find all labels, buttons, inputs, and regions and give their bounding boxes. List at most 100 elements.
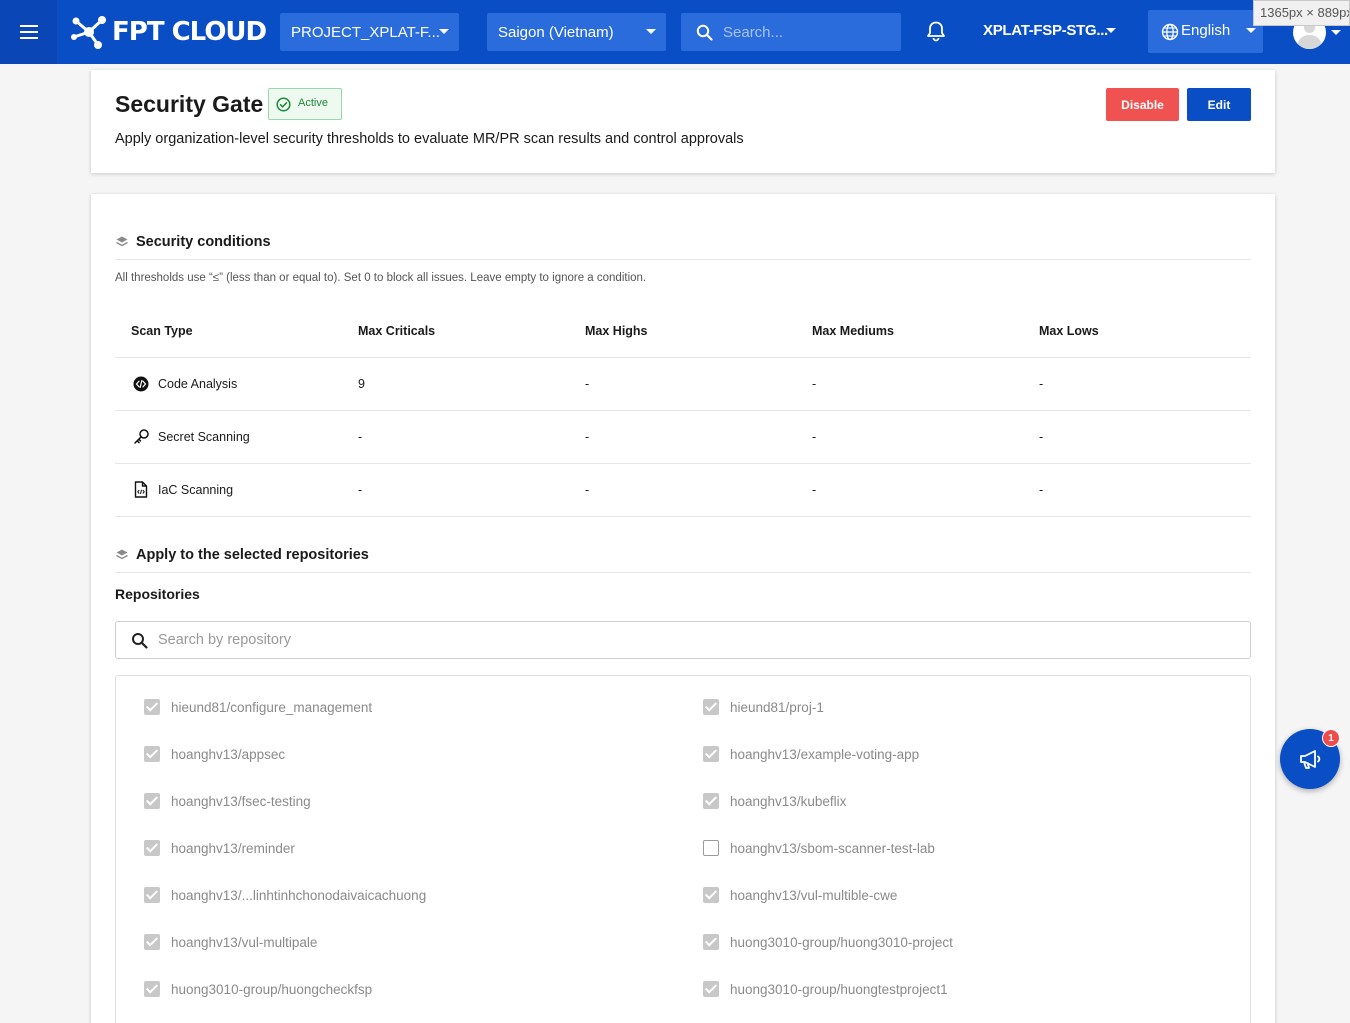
- repository-name: hoanghv13/fsec-testing: [171, 793, 311, 809]
- divider: [115, 259, 1251, 260]
- table-cell-max-criticals: -: [358, 430, 363, 444]
- repository-checkbox-checked[interactable]: [703, 746, 719, 762]
- repository-checkbox-checked[interactable]: [703, 981, 719, 997]
- security-gate-details-card: Security conditions All thresholds use “…: [91, 194, 1275, 1023]
- repositories-label: Repositories: [115, 586, 200, 602]
- table-row-divider: [115, 463, 1251, 464]
- repository-checkbox-checked[interactable]: [144, 887, 160, 903]
- repository-item[interactable]: hieund81/configure_management: [144, 699, 372, 715]
- account-selector[interactable]: XPLAT-FSP-STG...: [983, 22, 1108, 39]
- top-navigation-bar: FPT CLOUD PROJECT_XPLAT-F... Saigon (Vie…: [0, 0, 1350, 64]
- table-cell-max-highs: -: [585, 430, 590, 444]
- account-chevron-down-icon[interactable]: [1106, 28, 1116, 33]
- edit-button[interactable]: Edit: [1187, 88, 1251, 121]
- repository-checkbox-checked[interactable]: [144, 793, 160, 809]
- repository-item[interactable]: huong3010-group/huongtestproject1: [703, 981, 948, 997]
- fpt-cloud-logo-icon: [71, 16, 106, 49]
- repository-checkbox-checked[interactable]: [144, 981, 160, 997]
- table-cell-max-criticals: 9: [358, 377, 365, 391]
- repository-checkbox-checked[interactable]: [703, 887, 719, 903]
- repository-checkbox-checked[interactable]: [144, 840, 160, 856]
- repository-name: hieund81/proj-1: [730, 699, 824, 715]
- page-description: Apply organization-level security thresh…: [115, 131, 744, 147]
- repository-item[interactable]: huong3010-group/huong3010-project: [703, 934, 953, 950]
- repository-item[interactable]: hoanghv13/sbom-scanner-test-lab: [703, 840, 935, 856]
- repository-checkbox-checked[interactable]: [144, 934, 160, 950]
- divider: [115, 572, 1251, 573]
- repository-item[interactable]: hoanghv13/kubeflix: [703, 793, 846, 809]
- hamburger-menu-button[interactable]: [0, 0, 57, 64]
- repository-search[interactable]: [115, 621, 1251, 659]
- repository-item[interactable]: hieund81/proj-1: [703, 699, 824, 715]
- column-header-max-criticals: Max Criticals: [358, 324, 436, 338]
- apply-repositories-heading: Apply to the selected repositories: [115, 547, 369, 563]
- table-divider: [115, 357, 1251, 358]
- table-cell-max-lows: -: [1039, 430, 1044, 444]
- disable-button[interactable]: Disable: [1106, 88, 1179, 121]
- file-code-icon: [134, 481, 148, 498]
- search-icon: [696, 24, 713, 41]
- table-cell-max-mediums: -: [812, 483, 817, 497]
- security-gate-header-card: Security Gate Active Apply organization-…: [91, 70, 1275, 173]
- repository-name: huong3010-group/huong3010-project: [730, 934, 953, 950]
- repository-checkbox-checked[interactable]: [703, 699, 719, 715]
- repository-item[interactable]: hoanghv13/fsec-testing: [144, 793, 311, 809]
- repository-name: hoanghv13/example-voting-app: [730, 746, 920, 762]
- language-label: English: [1181, 22, 1231, 39]
- repository-item[interactable]: hoanghv13/...linhtinhchonodaivaicachuong: [144, 887, 426, 903]
- table-row-divider: [115, 516, 1251, 517]
- security-conditions-title: Security conditions: [136, 234, 271, 250]
- repository-item[interactable]: hoanghv13/vul-multipale: [144, 934, 317, 950]
- check-circle-icon: [276, 97, 291, 112]
- table-cell-max-mediums: -: [812, 377, 817, 391]
- table-cell-scan-type: IaC Scanning: [158, 483, 234, 497]
- repository-name: hoanghv13/kubeflix: [730, 793, 847, 809]
- megaphone-icon: [1300, 750, 1321, 769]
- region-selector[interactable]: Saigon (Vietnam): [487, 13, 666, 51]
- table-cell-max-highs: -: [585, 377, 590, 391]
- repository-checkbox-checked[interactable]: [144, 746, 160, 762]
- global-search-input[interactable]: [723, 23, 883, 41]
- table-cell-scan-type: Code Analysis: [158, 377, 238, 391]
- project-selector[interactable]: PROJECT_XPLAT-F...: [280, 13, 459, 51]
- announcements-count-badge: 1: [1322, 729, 1340, 747]
- bell-icon: [927, 21, 945, 42]
- apply-repositories-title: Apply to the selected repositories: [136, 547, 369, 563]
- repository-checkbox-unchecked[interactable]: [703, 840, 719, 856]
- repository-name: hoanghv13/sbom-scanner-test-lab: [730, 840, 935, 856]
- repository-item[interactable]: hoanghv13/reminder: [144, 840, 295, 856]
- layers-icon: [116, 549, 128, 560]
- key-icon: [134, 429, 149, 444]
- repository-name: hoanghv13/vul-multipale: [171, 934, 318, 950]
- global-search[interactable]: [681, 13, 901, 51]
- globe-icon: [1161, 23, 1179, 41]
- repository-checkbox-checked[interactable]: [703, 793, 719, 809]
- page-title: Security Gate: [115, 91, 264, 117]
- repository-name: hoanghv13/reminder: [171, 840, 295, 856]
- column-header-max-lows: Max Lows: [1039, 324, 1099, 338]
- layers-icon: [116, 236, 128, 247]
- repository-item[interactable]: huong3010-group/huongcheckfsp: [144, 981, 372, 997]
- table-cell-max-criticals: -: [358, 483, 363, 497]
- repository-name: hoanghv13/appsec: [171, 746, 286, 762]
- language-selector[interactable]: English: [1148, 10, 1263, 53]
- viewport-size-readout: 1365px × 889px: [1253, 0, 1350, 26]
- repository-item[interactable]: hoanghv13/vul-multible-cwe: [703, 887, 897, 903]
- repository-checkbox-checked[interactable]: [144, 699, 160, 715]
- repository-name: huong3010-group/huongtestproject1: [730, 981, 948, 997]
- brand-logo[interactable]: FPT CLOUD: [70, 14, 267, 50]
- table-cell-max-highs: -: [585, 483, 590, 497]
- avatar-chevron-down-icon[interactable]: [1331, 30, 1341, 35]
- repository-item[interactable]: hoanghv13/example-voting-app: [703, 746, 919, 762]
- column-header-scan-type: Scan Type: [131, 324, 193, 338]
- table-cell-scan-type: Secret Scanning: [158, 430, 250, 444]
- repository-name: hoanghv13/...linhtinhchonodaivaicachuong: [171, 887, 427, 903]
- repository-search-input[interactable]: [158, 632, 1058, 648]
- repository-item[interactable]: hoanghv13/appsec: [144, 746, 285, 762]
- repository-checkbox-checked[interactable]: [703, 934, 719, 950]
- search-icon: [132, 632, 148, 649]
- notifications-button[interactable]: [925, 20, 947, 47]
- region-selector-label: Saigon (Vietnam): [498, 23, 614, 41]
- table-cell-max-lows: -: [1039, 483, 1044, 497]
- repository-name: huong3010-group/huongcheckfsp: [171, 981, 373, 997]
